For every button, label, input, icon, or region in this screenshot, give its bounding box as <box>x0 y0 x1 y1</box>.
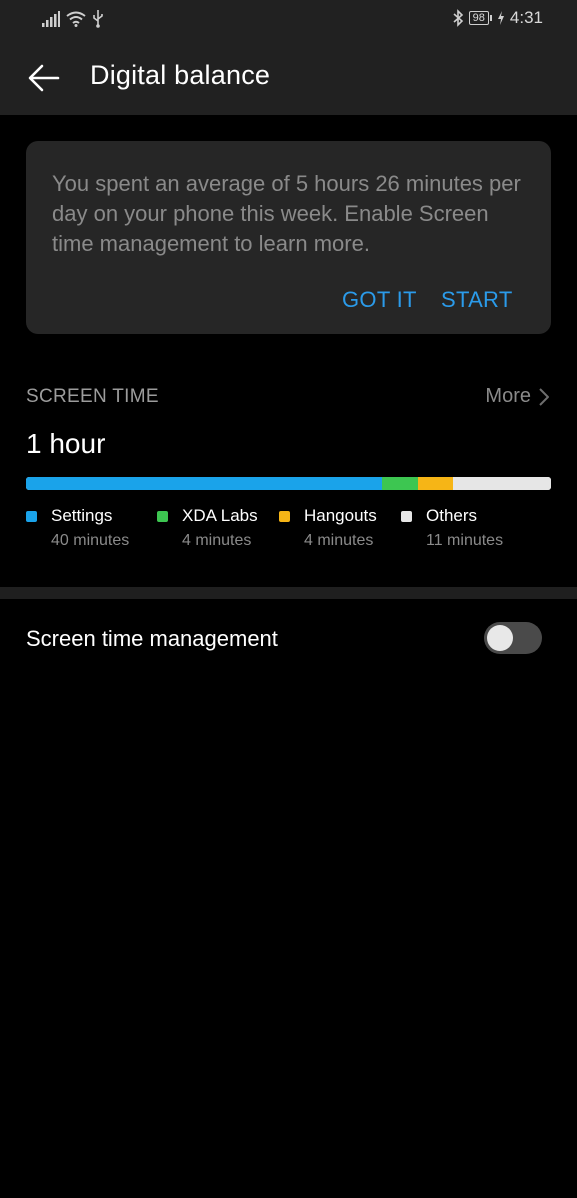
back-button[interactable] <box>24 58 64 98</box>
legend-app-time: 4 minutes <box>182 532 252 549</box>
arrow-left-icon <box>28 64 60 92</box>
start-button[interactable]: START <box>441 287 513 313</box>
battery-level: 98 <box>468 11 489 25</box>
status-left-icons <box>42 10 104 28</box>
more-label: More <box>485 385 531 407</box>
legend-app-name: Others <box>426 506 478 525</box>
legend-dot <box>157 511 168 522</box>
usage-segment-settings <box>26 477 382 490</box>
legend-app-time: 11 minutes <box>426 532 504 549</box>
usage-segment-hangouts <box>417 477 454 490</box>
legend-app-name: XDA Labs <box>182 506 258 525</box>
more-link[interactable]: More <box>485 385 549 408</box>
legend-app-name: Hangouts <box>304 506 377 525</box>
legend-app-time: 40 minutes <box>51 532 130 549</box>
usage-segment-xda-labs <box>381 477 418 490</box>
section-divider <box>0 587 577 599</box>
usage-segment-others <box>453 477 551 490</box>
total-screen-time: 1 hour <box>26 428 106 459</box>
toggle-knob <box>487 625 513 651</box>
status-time: 4:31 <box>509 8 543 27</box>
app-bar: Digital balance <box>0 40 577 115</box>
screen-time-heading: SCREEN TIME <box>26 386 159 407</box>
charging-icon <box>497 11 504 25</box>
screen-time-management-label: Screen time management <box>26 626 278 651</box>
battery-tip <box>489 15 492 21</box>
info-card: You spent an average of 5 hours 26 minut… <box>26 141 551 334</box>
got-it-button[interactable]: GOT IT <box>342 287 417 313</box>
chevron-right-icon <box>539 387 549 406</box>
bluetooth-icon <box>453 9 463 27</box>
legend-dot <box>401 511 412 522</box>
wifi-icon <box>66 11 86 27</box>
status-bar: 98 4:31 <box>0 0 577 40</box>
page-title: Digital balance <box>90 60 271 90</box>
signal-icon <box>42 11 60 27</box>
usb-icon <box>93 10 103 28</box>
legend-app-time: 4 minutes <box>304 532 374 549</box>
legend-dot <box>279 511 290 522</box>
legend-dot <box>26 511 37 522</box>
card-message: You spent an average of 5 hours 26 minut… <box>52 171 521 256</box>
legend-app-name: Settings <box>51 506 113 525</box>
screen-time-management-toggle[interactable] <box>484 622 542 654</box>
usage-bar <box>26 477 551 490</box>
status-right-icons: 98 4:31 <box>452 8 543 28</box>
battery-indicator: 98 <box>468 11 492 25</box>
